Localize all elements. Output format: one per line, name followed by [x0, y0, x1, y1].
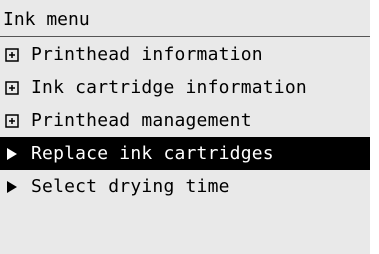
ink-menu-screen: Ink menu Printhead information Ink cartr… [0, 0, 370, 254]
menu-item-label: Select drying time [31, 176, 230, 197]
menu-item-printhead-information[interactable]: Printhead information [0, 38, 370, 71]
menu-item-select-drying-time[interactable]: Select drying time [0, 170, 370, 203]
menu-title: Ink menu [3, 9, 90, 30]
menu-item-label: Replace ink cartridges [31, 143, 274, 164]
menu-item-printhead-management[interactable]: Printhead management [0, 104, 370, 137]
arrow-right-icon [0, 137, 24, 170]
menu-item-replace-ink-cartridges[interactable]: Replace ink cartridges [0, 137, 370, 170]
ink-menu-list: Printhead information Ink cartridge info… [0, 38, 370, 203]
arrow-right-icon [0, 170, 24, 203]
expand-box-icon [0, 38, 24, 71]
menu-item-label: Printhead information [31, 44, 263, 65]
menu-item-ink-cartridge-information[interactable]: Ink cartridge information [0, 71, 370, 104]
expand-box-icon [0, 71, 24, 104]
menu-item-label: Printhead management [31, 110, 252, 131]
expand-box-icon [0, 104, 24, 137]
menu-item-label: Ink cartridge information [31, 77, 307, 98]
title-divider [0, 36, 370, 37]
